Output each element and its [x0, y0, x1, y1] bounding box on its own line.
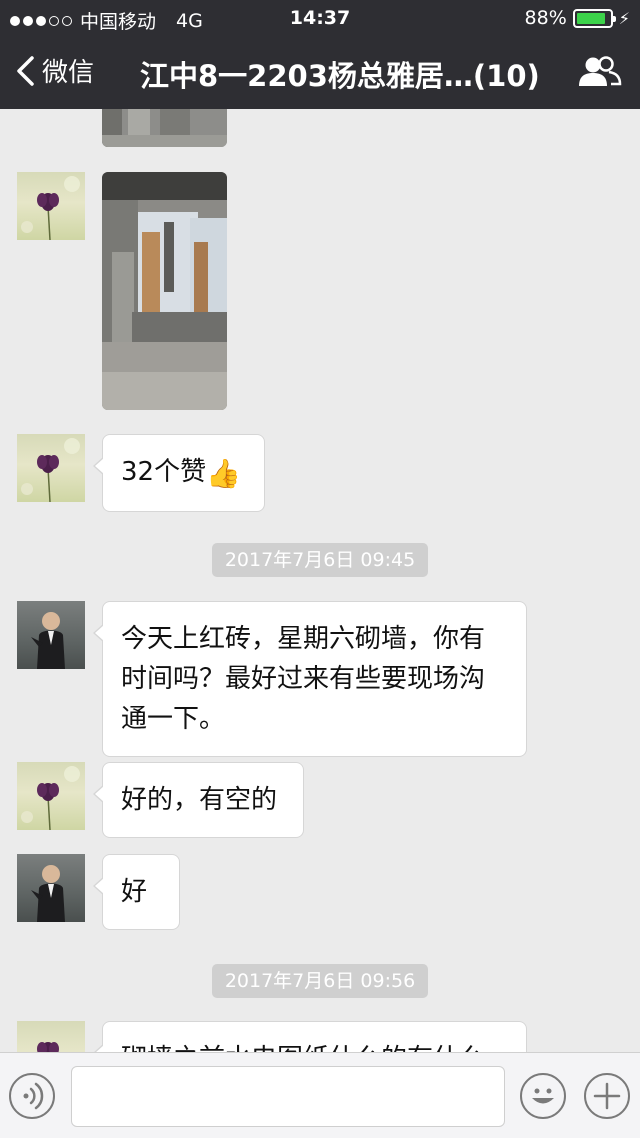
image-message[interactable]: [102, 109, 227, 147]
status-right: 88% ⚡: [525, 7, 630, 29]
construction-photo: [102, 172, 227, 410]
nav-bar: 微信 江中8一2203杨总雅居…(10): [0, 36, 640, 109]
chat-area[interactable]: 32个赞👍 2017年7月6日 09:45 今天上红砖，星期六砌墙，你有时间吗？…: [0, 109, 640, 1052]
timestamp: 2017年7月6日 09:45: [212, 543, 428, 577]
message-bubble[interactable]: 今天上红砖，星期六砌墙，你有时间吗？最好过来有些要现场沟通一下。: [93, 601, 527, 757]
group-members-icon[interactable]: [578, 56, 622, 88]
flower-avatar-image: [37, 1042, 59, 1052]
avatar[interactable]: [17, 601, 85, 669]
battery-percent: 88%: [524, 7, 567, 29]
avatar[interactable]: [17, 762, 85, 830]
voice-icon: [23, 1082, 44, 1110]
flower-avatar-image: [21, 766, 80, 830]
avatar[interactable]: [17, 172, 85, 240]
message-text: 好: [121, 877, 148, 907]
back-label: 微信: [42, 58, 95, 88]
image-message[interactable]: [102, 172, 227, 410]
back-button[interactable]: 微信: [14, 52, 94, 89]
man-avatar-image: [31, 865, 65, 922]
message-bubble[interactable]: 砌墙之前水电图纸什么的有什么: [93, 1021, 527, 1052]
avatar[interactable]: [17, 434, 85, 502]
charging-icon: ⚡: [618, 8, 630, 28]
message-text: 32个赞: [121, 457, 207, 487]
timestamp: 2017年7月6日 09:56: [212, 964, 428, 998]
message-text: 今天上红砖，星期六砌墙，你有时间吗？最好过来有些要现场沟通一下。: [121, 624, 486, 734]
avatar[interactable]: [17, 854, 85, 922]
flower-avatar-image: [21, 176, 80, 240]
message-bubble[interactable]: 好: [93, 854, 180, 930]
voice-button[interactable]: [9, 1073, 55, 1119]
plus-icon: [593, 1082, 621, 1110]
more-button[interactable]: [584, 1073, 630, 1119]
flower-avatar-image: [21, 438, 80, 502]
message-bubble[interactable]: 32个赞👍: [93, 434, 265, 512]
message-input[interactable]: [71, 1066, 505, 1127]
message-text: 砌墙之前水电图纸什么的有什么: [121, 1044, 485, 1052]
message-bubble[interactable]: 好的，有空的: [93, 762, 304, 838]
message-text: 好的，有空的: [121, 785, 278, 815]
construction-photo: [102, 109, 227, 147]
thumbs-up-icon: 👍: [206, 457, 241, 490]
back-chevron-icon: [17, 55, 34, 86]
emoji-button[interactable]: [520, 1073, 566, 1119]
man-avatar-image: [31, 612, 65, 669]
avatar[interactable]: [17, 1021, 85, 1052]
emoji-icon: [532, 1088, 554, 1104]
input-bar: [0, 1052, 640, 1138]
chat-title: 江中8一2203杨总雅居…(10): [140, 59, 540, 93]
battery-icon: [572, 8, 616, 28]
battery-fill: [576, 12, 605, 24]
status-bar: 中国移动 4G 14:37 88% ⚡: [0, 0, 640, 36]
